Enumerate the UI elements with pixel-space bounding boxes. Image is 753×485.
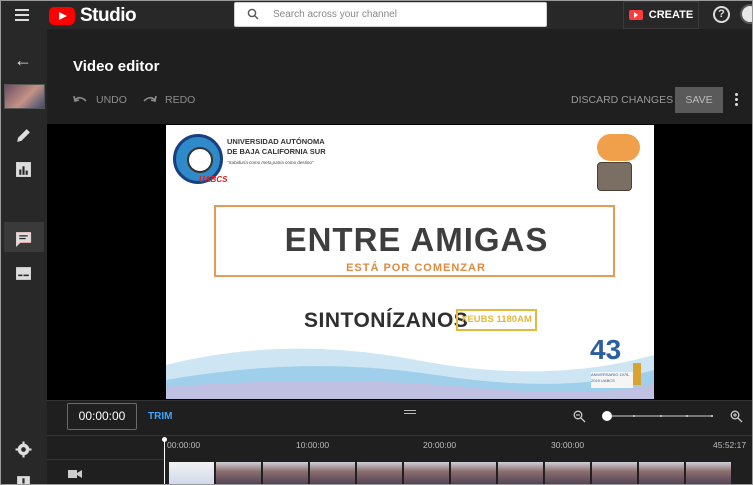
filmstrip-frame xyxy=(262,462,308,484)
redo-icon xyxy=(143,95,157,102)
page-title: Video editor xyxy=(73,58,160,75)
drag-handle-icon[interactable] xyxy=(404,410,416,416)
account-avatar[interactable] xyxy=(740,4,752,24)
analytics-icon[interactable] xyxy=(15,161,32,178)
radio-speech-bubble xyxy=(597,134,640,161)
anniversary-number: 43 xyxy=(590,334,622,365)
search-input[interactable] xyxy=(273,3,538,26)
undo-label: UNDO xyxy=(96,94,127,106)
redo-label: REDO xyxy=(165,94,196,106)
youtube-studio-logo[interactable]: Studio xyxy=(49,5,137,27)
filmstrip-frame xyxy=(638,462,684,484)
video-camera-icon xyxy=(628,10,643,20)
subheadline-text: ESTÁ POR COMENZAR xyxy=(311,262,521,275)
create-button[interactable]: CREATE xyxy=(623,1,699,29)
search-box xyxy=(234,2,547,27)
top-bar: Studio CREATE ? xyxy=(1,1,752,29)
filmstrip-frame xyxy=(497,462,543,484)
search-icon[interactable] xyxy=(247,8,259,20)
zoom-tick xyxy=(633,415,635,417)
video-track-header xyxy=(47,459,164,484)
anniversary-bar xyxy=(633,363,641,385)
save-button[interactable]: SAVE xyxy=(675,87,723,113)
ruler-label: 00:00:00 xyxy=(167,440,201,450)
ruler-label: 20:00:00 xyxy=(423,440,457,450)
university-name-line1: UNIVERSIDAD AUTÓNOMA xyxy=(227,137,325,146)
filmstrip-frame xyxy=(591,462,637,484)
discard-changes-button[interactable]: DISCARD CHANGES xyxy=(571,94,673,106)
playhead[interactable] xyxy=(164,439,165,484)
help-icon[interactable]: ? xyxy=(713,6,730,23)
zoom-out-icon[interactable] xyxy=(573,410,586,423)
filmstrip-frame xyxy=(403,462,449,484)
filmstrip-frame xyxy=(685,462,731,484)
university-motto: "Sabiduría como meta,patria como destino… xyxy=(227,160,314,165)
comments-icon[interactable] xyxy=(15,231,32,248)
app-window: Studio CREATE ? ← xyxy=(0,0,753,485)
filmstrip-frame xyxy=(309,462,355,484)
headline-text: ENTRE AMIGAS xyxy=(284,221,549,258)
timeline-ruler xyxy=(47,435,752,459)
filmstrip-frame xyxy=(450,462,496,484)
wave-decoration xyxy=(166,348,654,399)
zoom-tick xyxy=(711,415,713,417)
back-arrow-icon[interactable]: ← xyxy=(14,51,32,69)
university-name-line2: DE BAJA CALIFORNIA SUR xyxy=(227,147,326,156)
video-track-filmstrip[interactable] xyxy=(168,462,752,484)
filmstrip-frame xyxy=(215,462,261,484)
current-time-field[interactable]: 00:00:00 xyxy=(67,403,137,430)
settings-icon[interactable] xyxy=(15,441,32,458)
video-track-icon xyxy=(68,470,82,478)
video-thumbnail[interactable] xyxy=(4,84,45,109)
feedback-icon[interactable] xyxy=(15,474,32,485)
filmstrip-frame xyxy=(356,462,402,484)
redo-button[interactable]: REDO xyxy=(142,94,195,106)
zoom-slider-knob[interactable] xyxy=(602,411,612,421)
more-options-icon[interactable] xyxy=(735,93,739,109)
menu-icon[interactable] xyxy=(15,9,29,21)
ruler-label: 10:00:00 xyxy=(296,440,330,450)
subtitles-icon[interactable] xyxy=(15,265,32,282)
ruler-label: 45:52:17 xyxy=(713,440,747,450)
logo-text: Studio xyxy=(80,5,137,26)
playhead-handle[interactable] xyxy=(162,437,167,442)
undo-button[interactable]: UNDO xyxy=(73,94,127,106)
pencil-icon[interactable] xyxy=(15,127,32,144)
undo-icon xyxy=(73,95,87,102)
ruler-label: 30:00:00 xyxy=(551,440,585,450)
anniversary-text: ANIVERSARIO 1976-2019 UABCS xyxy=(591,372,633,388)
filmstrip-frame xyxy=(168,462,214,484)
headline-frame: ENTRE AMIGAS ESTÁ POR COMENZAR xyxy=(214,205,615,277)
trim-button[interactable]: TRIM xyxy=(148,411,172,422)
zoom-tick xyxy=(660,415,662,417)
create-label: CREATE xyxy=(648,9,694,21)
radio-icon xyxy=(597,162,632,191)
uabcs-tag: UABCS xyxy=(199,175,228,184)
zoom-tick xyxy=(686,415,688,417)
video-preview[interactable]: UNIVERSIDAD AUTÓNOMA DE BAJA CALIFORNIA … xyxy=(166,125,654,399)
zoom-in-icon[interactable] xyxy=(730,410,743,423)
youtube-logo-icon xyxy=(49,7,75,25)
filmstrip-frame xyxy=(544,462,590,484)
left-sidebar: ← xyxy=(1,29,47,485)
